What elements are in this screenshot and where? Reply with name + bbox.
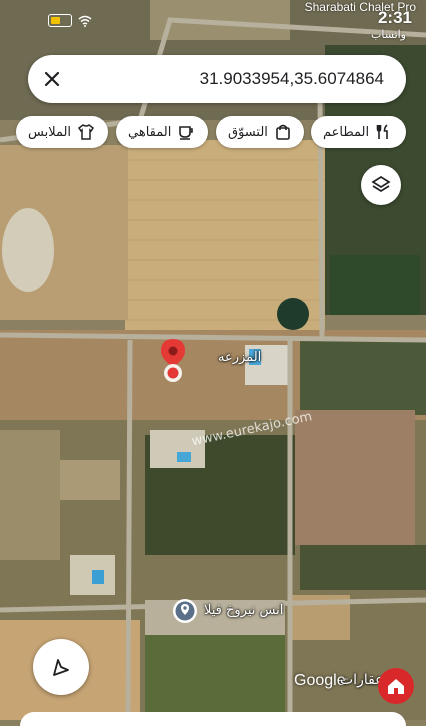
home-logo-icon — [388, 679, 404, 694]
green-rows — [145, 635, 285, 720]
chip-restaurants[interactable]: المطاعم — [311, 116, 406, 148]
layers-icon — [371, 175, 391, 193]
shirt-icon — [78, 124, 95, 140]
category-chips: المطاعم التسوّق المقاهي الملابس — [0, 116, 426, 150]
status-bar: Sharabati Chalet Pro 2:31 واتساب — [0, 0, 426, 46]
chip-cafes-label: المقاهي — [128, 124, 172, 140]
chip-restaurants-label: المطاعم — [323, 124, 370, 140]
chip-shopping[interactable]: التسوّق — [216, 116, 304, 148]
google-logo: Google — [294, 672, 346, 689]
house-left-pool — [92, 570, 104, 584]
orchard-lower-right — [300, 545, 426, 590]
close-button[interactable] — [28, 55, 76, 103]
shopping-bag-icon — [276, 124, 290, 140]
chip-clothing-label: الملابس — [28, 124, 72, 140]
cafe-icon — [179, 126, 194, 140]
chip-shopping-label: التسوّق — [228, 124, 268, 140]
chip-cafes[interactable]: المقاهي — [116, 116, 208, 148]
status-time: 2:31 — [377, 8, 412, 27]
restaurant-icon — [376, 124, 388, 139]
field-lower-left — [0, 430, 60, 560]
search-query[interactable]: 31.9033954,35.6074864 — [76, 69, 406, 89]
brand-badge[interactable] — [378, 668, 414, 704]
field-reddish — [295, 410, 415, 545]
close-icon — [44, 71, 60, 87]
status-subtitle: واتساب — [371, 28, 406, 41]
status-icons — [48, 14, 92, 27]
bottom-sheet-handle[interactable] — [20, 712, 406, 726]
orchard-mid-right — [300, 340, 426, 415]
dropped-pin-icon[interactable] — [158, 337, 188, 385]
search-bar[interactable]: 31.9033954,35.6074864 — [28, 55, 406, 103]
place-label: انس نيروخ فيلا — [204, 603, 284, 618]
my-location-button[interactable] — [33, 639, 89, 695]
pin-label: المزرعه — [218, 350, 262, 365]
brand-text: عقارات — [340, 672, 384, 688]
plot-left — [60, 460, 120, 500]
orchard-dark — [330, 255, 420, 315]
water-pond — [277, 298, 309, 330]
wifi-icon — [78, 15, 92, 27]
navigation-arrow-icon — [53, 659, 69, 676]
battery-icon — [48, 14, 72, 27]
layers-button[interactable] — [361, 165, 401, 205]
place-marker-icon[interactable] — [172, 598, 198, 624]
chip-clothing[interactable]: الملابس — [16, 116, 108, 148]
circular-pad — [2, 208, 54, 292]
house-pool — [177, 452, 191, 462]
